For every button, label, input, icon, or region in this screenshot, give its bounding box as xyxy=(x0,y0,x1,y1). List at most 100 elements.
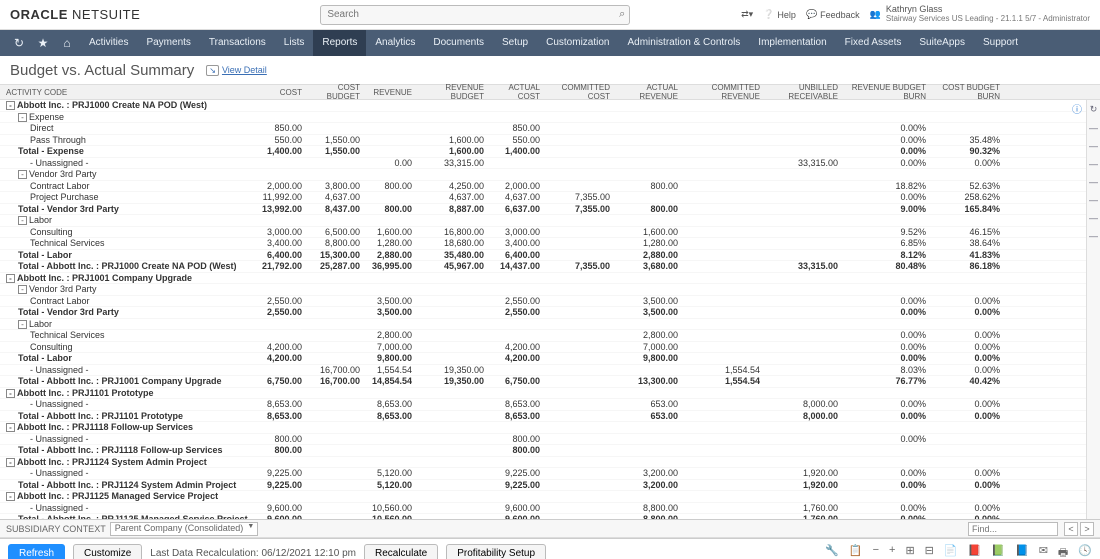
tool-icon-csv[interactable]: 📄 xyxy=(944,544,958,559)
col-revenue[interactable]: REVENUE xyxy=(366,88,418,97)
col-revenue-budget[interactable]: REVENUE BUDGET xyxy=(418,83,490,101)
find-input[interactable] xyxy=(968,522,1058,536)
table-row[interactable]: Technical Services3,400.008,800.001,280.… xyxy=(0,238,1100,250)
table-row[interactable]: Pass Through550.001,550.001,600.00550.00… xyxy=(0,135,1100,147)
global-search-input[interactable] xyxy=(320,5,630,25)
rail-dash-icon[interactable]: — xyxy=(1089,123,1098,133)
search-icon[interactable]: ⌕ xyxy=(619,8,625,21)
row-toggle-icon[interactable]: - xyxy=(6,274,15,283)
rail-dash2-icon[interactable]: — xyxy=(1089,141,1098,151)
tool-icon-zoom-out[interactable]: − xyxy=(873,544,879,559)
table-row[interactable]: Total - Abbott Inc. : PRJ1124 System Adm… xyxy=(0,480,1100,492)
row-toggle-icon[interactable]: - xyxy=(18,113,27,122)
row-toggle-icon[interactable]: - xyxy=(18,216,27,225)
find-next-icon[interactable]: > xyxy=(1080,522,1094,536)
customize-button[interactable]: Customize xyxy=(73,544,142,559)
col-activity-code[interactable]: ACTIVITY CODE xyxy=(0,88,260,97)
rail-dash5-icon[interactable]: — xyxy=(1089,195,1098,205)
rail-dash4-icon[interactable]: — xyxy=(1089,177,1098,187)
table-row[interactable]: -Expense xyxy=(0,112,1100,124)
row-toggle-icon[interactable]: - xyxy=(6,101,15,110)
recalculate-button[interactable]: Recalculate xyxy=(364,544,438,559)
table-row[interactable]: Total - Abbott Inc. : PRJ1001 Company Up… xyxy=(0,376,1100,388)
table-row[interactable]: Total - Labor4,200.009,800.004,200.009,8… xyxy=(0,353,1100,365)
view-detail-link[interactable]: ↘ View Detail xyxy=(206,65,267,76)
refresh-button[interactable]: Refresh xyxy=(8,544,65,559)
row-toggle-icon[interactable]: - xyxy=(6,492,15,501)
col-cost-budget-burn[interactable]: COST BUDGET BURN xyxy=(932,83,1006,101)
help-link[interactable]: ❔ Help xyxy=(763,9,796,20)
table-row[interactable]: Consulting4,200.007,000.004,200.007,000.… xyxy=(0,342,1100,354)
table-row[interactable]: Contract Labor2,550.003,500.002,550.003,… xyxy=(0,296,1100,308)
table-row[interactable]: Direct850.00850.000.00% xyxy=(0,123,1100,135)
row-toggle-icon[interactable]: - xyxy=(6,423,15,432)
nav-payments[interactable]: Payments xyxy=(137,30,199,56)
table-row[interactable]: Contract Labor2,000.003,800.00800.004,25… xyxy=(0,181,1100,193)
find-prev-icon[interactable]: < xyxy=(1064,522,1078,536)
nav-documents[interactable]: Documents xyxy=(424,30,493,56)
nav-administration-controls[interactable]: Administration & Controls xyxy=(618,30,749,56)
col-cost-budget[interactable]: COST BUDGET xyxy=(308,83,366,101)
nav-activities[interactable]: Activities xyxy=(80,30,137,56)
nav-implementation[interactable]: Implementation xyxy=(749,30,835,56)
table-row[interactable]: Total - Vendor 3rd Party13,992.008,437.0… xyxy=(0,204,1100,216)
tool-icon-schedule[interactable]: 🕓 xyxy=(1078,544,1092,559)
table-row[interactable]: - Unassigned -9,600.0010,560.009,600.008… xyxy=(0,503,1100,515)
table-row[interactable]: -Abbott Inc. : PRJ1118 Follow-up Service… xyxy=(0,422,1100,434)
col-unbilled-receivable[interactable]: UNBILLED RECEIVABLE xyxy=(766,83,844,101)
table-row[interactable]: -Vendor 3rd Party xyxy=(0,169,1100,181)
tool-icon-pdf[interactable]: 📕 xyxy=(968,544,982,559)
row-toggle-icon[interactable]: - xyxy=(6,389,15,398)
nav-fixed-assets[interactable]: Fixed Assets xyxy=(836,30,911,56)
rail-dash3-icon[interactable]: — xyxy=(1089,159,1098,169)
tool-icon-email[interactable]: ✉ xyxy=(1039,544,1048,559)
tool-icon-doc[interactable]: 📘 xyxy=(1015,544,1029,559)
report-grid[interactable]: ⓘ ↻ — — — — — — — -Abbott Inc. : PRJ1000… xyxy=(0,100,1100,520)
connector-icon[interactable]: ⇄▾ xyxy=(741,9,753,20)
subsidiary-select[interactable]: Parent Company (Consolidated) xyxy=(110,522,259,536)
col-actual-cost[interactable]: ACTUAL COST xyxy=(490,83,546,101)
col-actual-revenue[interactable]: ACTUAL REVENUE xyxy=(616,83,684,101)
table-row[interactable]: Total - Abbott Inc. : PRJ1125 Managed Se… xyxy=(0,514,1100,520)
col-revenue-budget-burn[interactable]: REVENUE BUDGET BURN xyxy=(844,83,932,101)
nav-support[interactable]: Support xyxy=(974,30,1027,56)
nav-customization[interactable]: Customization xyxy=(537,30,618,56)
table-row[interactable]: -Abbott Inc. : PRJ1001 Company Upgrade xyxy=(0,273,1100,285)
user-menu[interactable]: 👥 Kathryn Glass Stairway Services US Lea… xyxy=(870,5,1090,24)
col-cost[interactable]: COST xyxy=(260,88,308,97)
info-icon[interactable]: ⓘ xyxy=(1072,101,1082,116)
nav-star-icon[interactable]: ★ xyxy=(32,36,54,50)
row-toggle-icon[interactable]: - xyxy=(6,458,15,467)
table-row[interactable]: Project Purchase11,992.004,637.004,637.0… xyxy=(0,192,1100,204)
table-row[interactable]: -Abbott Inc. : PRJ1125 Managed Service P… xyxy=(0,491,1100,503)
table-row[interactable]: - Unassigned -9,225.005,120.009,225.003,… xyxy=(0,468,1100,480)
table-row[interactable]: Total - Abbott Inc. : PRJ1000 Create NA … xyxy=(0,261,1100,273)
nav-suiteapps[interactable]: SuiteApps xyxy=(910,30,974,56)
tool-icon-1[interactable]: 🔧 xyxy=(825,544,839,559)
table-row[interactable]: Consulting3,000.006,500.001,600.0016,800… xyxy=(0,227,1100,239)
nav-setup[interactable]: Setup xyxy=(493,30,537,56)
table-row[interactable]: Total - Abbott Inc. : PRJ1101 Prototype8… xyxy=(0,411,1100,423)
table-row[interactable]: -Abbott Inc. : PRJ1101 Prototype xyxy=(0,388,1100,400)
nav-back-icon[interactable]: ↻ xyxy=(8,36,30,50)
table-row[interactable]: - Unassigned -8,653.008,653.008,653.0065… xyxy=(0,399,1100,411)
rail-dash6-icon[interactable]: — xyxy=(1089,213,1098,223)
rail-refresh-icon[interactable]: ↻ xyxy=(1090,104,1098,115)
table-row[interactable]: -Labor xyxy=(0,215,1100,227)
tool-icon-xls[interactable]: 📗 xyxy=(991,544,1005,559)
nav-lists[interactable]: Lists xyxy=(275,30,314,56)
table-row[interactable]: -Abbott Inc. : PRJ1124 System Admin Proj… xyxy=(0,457,1100,469)
row-toggle-icon[interactable]: - xyxy=(18,320,27,329)
tool-icon-b[interactable]: ⊟ xyxy=(925,544,934,559)
col-committed-cost[interactable]: COMMITTED COST xyxy=(546,83,616,101)
tool-icon-a[interactable]: ⊞ xyxy=(905,544,914,559)
table-row[interactable]: Technical Services2,800.002,800.000.00%0… xyxy=(0,330,1100,342)
table-row[interactable]: -Vendor 3rd Party xyxy=(0,284,1100,296)
table-row[interactable]: -Labor xyxy=(0,319,1100,331)
table-row[interactable]: -Abbott Inc. : PRJ1000 Create NA POD (We… xyxy=(0,100,1100,112)
tool-icon-zoom-in[interactable]: + xyxy=(889,544,895,559)
table-row[interactable]: Total - Vendor 3rd Party2,550.003,500.00… xyxy=(0,307,1100,319)
nav-transactions[interactable]: Transactions xyxy=(200,30,275,56)
table-row[interactable]: Total - Expense1,400.001,550.001,600.001… xyxy=(0,146,1100,158)
nav-home-icon[interactable]: ⌂ xyxy=(56,36,78,50)
